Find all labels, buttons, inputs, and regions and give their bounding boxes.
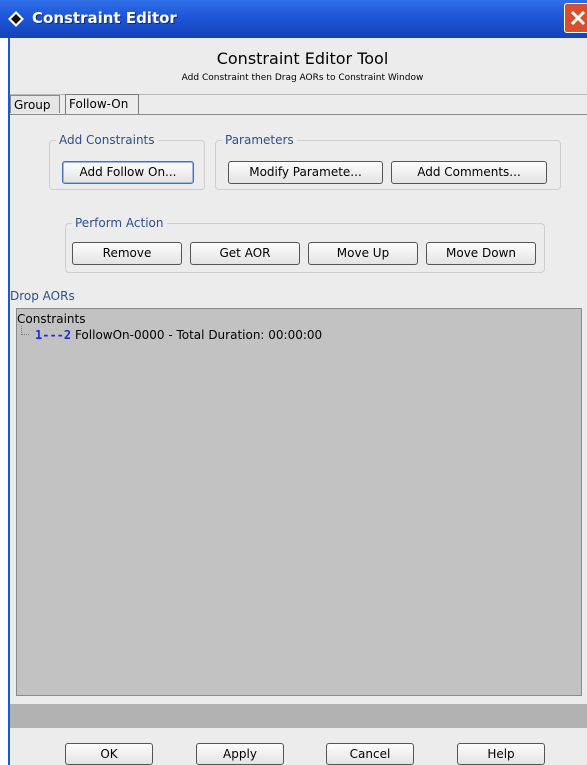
tab-follow-on[interactable]: Follow-On [65,94,139,115]
tree-connector [21,326,29,335]
tab-divider [10,114,587,115]
tree-item-followon[interactable]: 1---2 FollowOn-0000 - Total Duration: 00… [35,328,322,342]
tool-title: Constraint Editor Tool [216,49,389,68]
move-down-button[interactable]: Move Down [426,242,536,265]
perform-action-legend: Perform Action [72,216,167,230]
title-bar[interactable]: Constraint Editor [0,0,587,38]
dialog-body: Constraint Editor Tool Add Constraint th… [8,38,587,765]
ok-button[interactable]: OK [65,743,153,765]
help-button[interactable]: Help [457,743,545,765]
diamond-logo-icon [8,11,24,27]
apply-button[interactable]: Apply [196,743,284,765]
tool-subtitle: Add Constraint then Drag AORs to Constra… [181,73,424,83]
tab-group[interactable]: Group [10,95,60,113]
status-bar [10,704,587,728]
close-button[interactable] [564,3,587,33]
tool-header: Constraint Editor Tool Add Constraint th… [10,38,587,94]
move-up-button[interactable]: Move Up [308,242,418,265]
drop-aors-label: Drop AORs [10,289,75,303]
add-follow-on-button[interactable]: Add Follow On... [62,161,194,184]
add-comments-button[interactable]: Add Comments... [391,161,547,184]
add-constraints-legend: Add Constraints [56,133,158,147]
window-title: Constraint Editor [32,9,177,27]
perform-action-group: Perform Action Remove Get AOR Move Up Mo… [65,216,545,273]
cancel-button[interactable]: Cancel [326,743,414,765]
remove-button[interactable]: Remove [72,242,182,265]
constraint-tree-panel[interactable]: Constraints 1---2 FollowOn-0000 - Total … [16,308,582,696]
get-aor-button[interactable]: Get AOR [190,242,300,265]
parameters-legend: Parameters [222,133,297,147]
add-constraints-group: Add Constraints Add Follow On... [49,133,205,190]
tree-root-constraints[interactable]: Constraints [17,312,85,326]
tree-item-id: 1---2 [35,328,72,342]
tree-item-text: FollowOn-0000 - Total Duration: 00:00:00 [74,328,323,342]
modify-parameters-button[interactable]: Modify Paramete... [228,161,383,184]
parameters-group: Parameters Modify Paramete... Add Commen… [215,133,561,190]
close-icon [570,10,586,26]
